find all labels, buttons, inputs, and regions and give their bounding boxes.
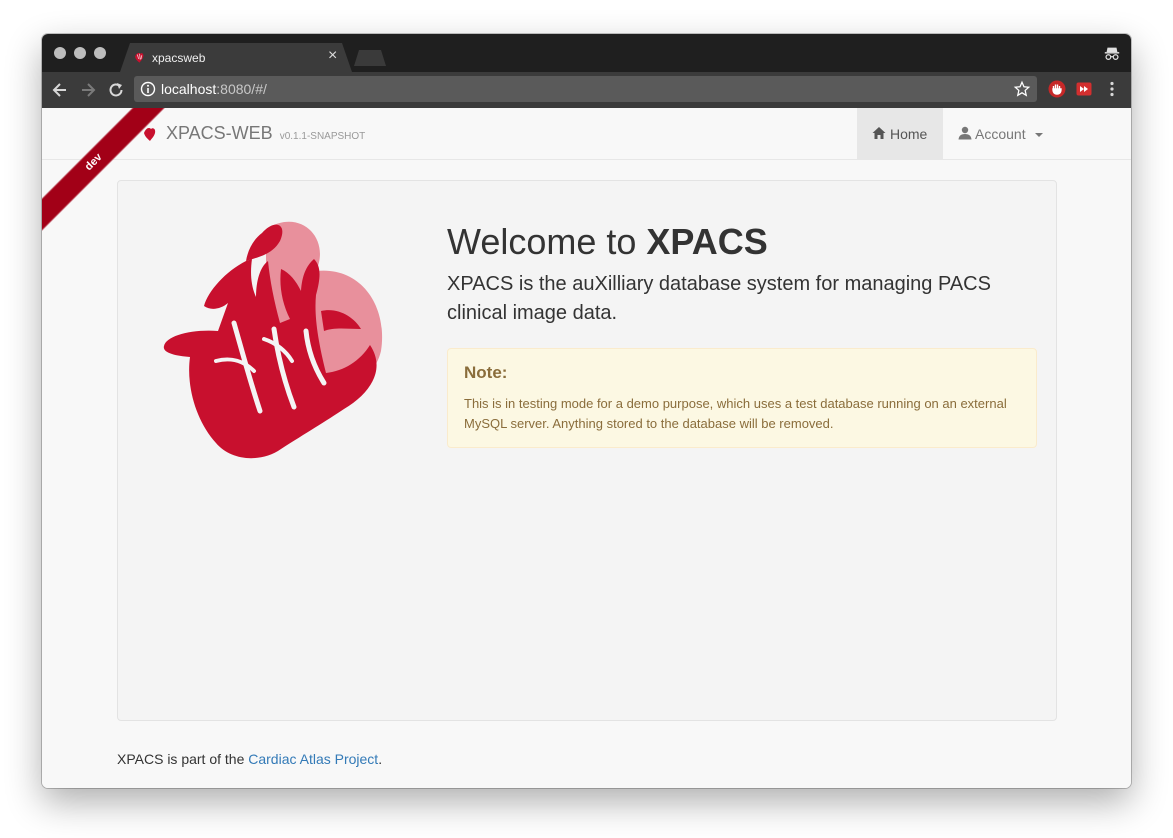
navbar: XPACS-WEB v0.1.1-SNAPSHOT Home Account <box>42 108 1131 160</box>
incognito-icon <box>1104 47 1120 61</box>
footer-suffix: . <box>378 751 383 767</box>
footer-prefix: XPACS is part of the <box>117 751 249 767</box>
caret-down-icon <box>1035 133 1043 137</box>
cardiac-atlas-link[interactable]: Cardiac Atlas Project <box>248 751 378 767</box>
heart-logo-icon <box>135 53 144 63</box>
note-text: This is in testing mode for a demo purpo… <box>464 396 1007 431</box>
user-icon <box>958 126 972 140</box>
hero-panel: Welcome to XPACS XPACS is the auXilliary… <box>117 180 1057 721</box>
close-icon[interactable]: × <box>328 48 337 64</box>
title-prefix: Welcome to <box>447 221 647 262</box>
url-text: localhost:8080/#/ <box>161 81 267 97</box>
browser-window: xpacsweb × localhost:8080/#/ XPACS-WEB v… <box>42 34 1131 788</box>
url-path: :8080/#/ <box>216 81 267 97</box>
brand-version: v0.1.1-SNAPSHOT <box>279 131 366 142</box>
browser-toolbar: localhost:8080/#/ <box>42 72 1131 108</box>
nav-account-dropdown[interactable]: Account <box>943 108 1055 159</box>
lead-text: XPACS is the auXilliary database system … <box>447 273 991 324</box>
note-alert: Note: This is in testing mode for a demo… <box>447 348 1037 448</box>
nav-account-label: Account <box>975 126 1026 142</box>
url-host: localhost <box>161 81 217 97</box>
page-content: XPACS-WEB v0.1.1-SNAPSHOT Home Account d… <box>42 108 1131 788</box>
maximize-window-button[interactable] <box>94 47 106 59</box>
back-icon[interactable] <box>50 80 70 100</box>
title-bold: XPACS <box>646 221 768 262</box>
heart-logo-icon <box>163 221 383 459</box>
forward-icon[interactable] <box>78 80 98 100</box>
minimize-window-button[interactable] <box>74 47 86 59</box>
tab-title: xpacsweb <box>152 51 206 65</box>
star-icon[interactable] <box>1013 80 1031 98</box>
brand-link[interactable]: XPACS-WEB v0.1.1-SNAPSHOT <box>166 123 365 144</box>
page-title: Welcome to XPACS <box>447 221 768 263</box>
info-icon[interactable] <box>140 81 156 97</box>
nav-home-label: Home <box>890 126 928 142</box>
nav-home-link[interactable]: Home <box>857 108 943 159</box>
reload-icon[interactable] <box>106 80 126 100</box>
browser-tab[interactable]: xpacsweb × <box>120 43 352 72</box>
extension-icon[interactable] <box>1047 79 1067 99</box>
tab-strip: xpacsweb × <box>42 34 1131 72</box>
home-icon <box>872 127 886 139</box>
note-title: Note: <box>464 363 508 382</box>
new-tab-button[interactable] <box>354 50 386 66</box>
extension-icon[interactable] <box>1074 79 1094 99</box>
menu-icon[interactable] <box>1102 79 1122 99</box>
close-window-button[interactable] <box>54 47 66 59</box>
address-bar[interactable]: localhost:8080/#/ <box>134 76 1037 102</box>
footer: XPACS is part of the Cardiac Atlas Proje… <box>117 751 382 767</box>
